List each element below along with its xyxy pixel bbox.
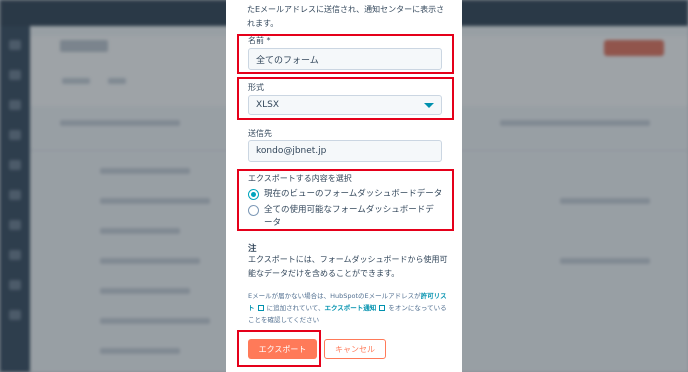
footnote-text: Eメールが届かない場合は、HubSpotのEメールアドレスが許可リスト に追加さ…: [248, 290, 448, 326]
footnote-part1: Eメールが届かない場合は、HubSpotのEメールアドレスが: [248, 292, 421, 300]
highlight-name-field: [237, 34, 454, 74]
external-link-icon: [379, 305, 386, 311]
highlight-export-button: [237, 330, 321, 367]
export-notification-link[interactable]: エクスポート通知: [324, 304, 376, 312]
footnote-part2: に追加されていて、: [266, 304, 325, 312]
highlight-export-content: [237, 169, 454, 231]
note-text: エクスポートには、フォームダッシュボードから使用可能なデータだけを含めることがで…: [248, 255, 448, 278]
recipient-field-label: 送信先: [248, 129, 272, 138]
dialog-intro-text: たEメールアドレスに送信され、通知センターに表示されます。: [247, 5, 445, 28]
external-link-icon: [257, 305, 264, 311]
cancel-button[interactable]: キャンセル: [324, 339, 386, 359]
recipient-input[interactable]: kondo@jbnet.jp: [248, 140, 442, 162]
highlight-format-field: [237, 77, 454, 120]
